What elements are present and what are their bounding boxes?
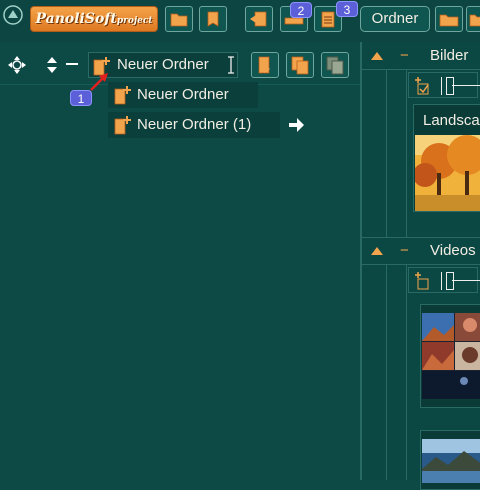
expand-collapse-icon[interactable] xyxy=(44,55,60,75)
folder-import-icon xyxy=(258,56,270,74)
copy-button[interactable] xyxy=(286,52,314,78)
collapse-up-icon[interactable] xyxy=(370,50,384,62)
video-thumbnail xyxy=(422,439,480,483)
video-thumbnail xyxy=(422,313,480,399)
add-check-icon[interactable] xyxy=(412,76,432,96)
open-folder-button[interactable] xyxy=(165,6,193,32)
app-logo: PanoliSoftproject xyxy=(30,6,158,32)
text-cursor-icon xyxy=(226,56,236,74)
section-header-videos[interactable]: − Videos xyxy=(362,237,480,265)
open-folder-icon xyxy=(170,13,188,27)
section-header-bilder[interactable]: − Bilder xyxy=(362,43,480,70)
new-folder-icon xyxy=(114,86,131,105)
folder-arrow-icon xyxy=(469,14,480,27)
tag-icon xyxy=(207,11,219,27)
folder-arrow-button[interactable] xyxy=(466,6,480,32)
tree-item-folder[interactable]: Neuer Ordner xyxy=(108,82,258,108)
badge-3: 3 xyxy=(336,1,358,17)
section-title: Videos xyxy=(430,242,476,259)
card-label: Landsca xyxy=(423,112,480,129)
section-controls xyxy=(408,267,480,293)
ordner-button[interactable]: Ordner xyxy=(360,6,430,32)
tag-button[interactable] xyxy=(199,6,227,32)
slider-handle[interactable] xyxy=(446,272,454,290)
logo-text: PanoliSoft xyxy=(35,11,117,27)
media-card-video[interactable] xyxy=(420,304,480,408)
add-box-icon[interactable] xyxy=(412,271,432,291)
folder-import-button[interactable] xyxy=(251,52,279,78)
move-icon[interactable] xyxy=(7,55,27,75)
autumn-thumbnail xyxy=(415,135,480,211)
section-title: Bilder xyxy=(430,47,469,64)
tree-guide-line xyxy=(386,70,387,240)
collapse-up-icon[interactable] xyxy=(370,245,384,257)
badge-2: 2 xyxy=(290,2,312,18)
tree-guide-line xyxy=(406,70,407,240)
tree-item-label: Neuer Ordner xyxy=(137,86,229,103)
tree-item-label: Neuer Ordner (1) xyxy=(137,116,252,133)
folder-open-button[interactable] xyxy=(435,6,463,32)
media-card-video[interactable] xyxy=(420,430,480,490)
media-card-landscape[interactable]: Landsca xyxy=(413,104,480,212)
folder-open-icon xyxy=(439,14,459,27)
collapse-symbol[interactable]: − xyxy=(400,43,409,69)
import-button[interactable] xyxy=(245,6,273,32)
paste-icon xyxy=(326,56,344,75)
tree-guide-line xyxy=(406,264,407,480)
tree-item-folder[interactable]: Neuer Ordner (1) xyxy=(108,112,280,138)
size-slider[interactable] xyxy=(441,272,480,290)
up-circle-icon[interactable] xyxy=(2,4,24,26)
copy-icon xyxy=(291,56,309,75)
folder-name-value: Neuer Ordner xyxy=(117,56,209,73)
new-folder-icon xyxy=(114,116,131,135)
section-controls xyxy=(408,72,480,98)
tree-guide-line xyxy=(386,264,387,480)
collapse-symbol[interactable]: − xyxy=(400,238,409,264)
import-icon xyxy=(250,11,267,27)
arrow-right-icon xyxy=(289,118,304,132)
size-slider[interactable] xyxy=(441,77,480,95)
collapse-icon[interactable] xyxy=(66,63,78,65)
slider-handle[interactable] xyxy=(446,77,454,95)
paste-button[interactable] xyxy=(321,52,349,78)
logo-subtext: project xyxy=(116,16,153,26)
